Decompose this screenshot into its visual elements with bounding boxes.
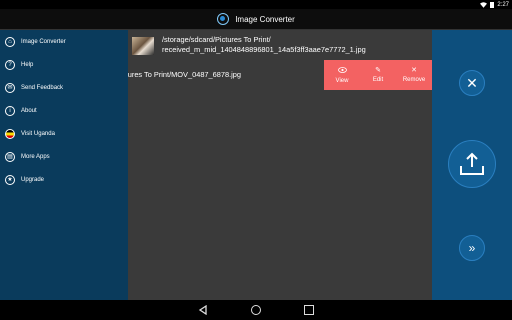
sidebar-item-label: Help: [21, 61, 34, 68]
view-label: View: [335, 77, 349, 84]
eye-icon: [337, 66, 347, 75]
file-path: ctures To Print/MOV_0487_6878.jpg: [128, 70, 242, 79]
clear-icon: ✕: [466, 74, 478, 91]
file-path-line2: received_m_mid_1404848896801_14a5f3ff3aa…: [162, 45, 366, 54]
mail-icon: ✉: [5, 82, 15, 93]
right-action-panel: ✕ »: [432, 30, 512, 300]
edit-label: Edit: [372, 77, 384, 83]
status-bar: 2:27: [0, 0, 512, 9]
file-action-bar: View ✎ Edit ✕ Remove: [324, 60, 432, 90]
view-button[interactable]: View: [324, 60, 360, 90]
close-icon: ✕: [411, 67, 417, 74]
battery-icon: [490, 1, 495, 8]
sidebar-item-visit-uganda[interactable]: Visit Uganda: [0, 122, 128, 145]
remove-button[interactable]: ✕ Remove: [396, 60, 432, 90]
edit-button[interactable]: ✎ Edit: [360, 60, 396, 90]
app-bar: Image Converter: [0, 9, 512, 30]
uganda-flag-icon: [5, 128, 15, 139]
recent-apps-icon[interactable]: [304, 305, 314, 315]
clear-button[interactable]: ✕: [459, 70, 485, 96]
file-thumbnail: [132, 37, 154, 55]
sidebar-item-about[interactable]: i About: [0, 99, 128, 122]
status-indicators: 2:27: [480, 0, 509, 9]
upload-button[interactable]: [448, 140, 496, 188]
next-button[interactable]: »: [459, 235, 485, 261]
sidebar-item-label: Visit Uganda: [21, 130, 55, 137]
system-navigation-bar: [0, 300, 512, 320]
list-item[interactable]: /storage/sdcard/Pictures To Print/ recei…: [128, 33, 432, 57]
wifi-icon: [480, 1, 488, 8]
sidebar-item-more-apps[interactable]: ▤ More Apps: [0, 145, 128, 168]
sidebar-item-label: Upgrade: [21, 176, 45, 183]
next-icon: »: [468, 241, 476, 255]
file-list: /storage/sdcard/Pictures To Print/ recei…: [128, 30, 432, 300]
store-icon: ▤: [5, 151, 15, 162]
navigation-drawer: ⌂ Image Converter ? Help ✉ Send Feedback…: [0, 30, 128, 300]
home-button-icon[interactable]: [251, 305, 261, 315]
info-icon: i: [5, 105, 15, 116]
help-icon: ?: [5, 59, 15, 70]
status-time: 2:27: [497, 1, 509, 8]
sidebar-item-label: About: [21, 107, 37, 114]
sidebar-item-send-feedback[interactable]: ✉ Send Feedback: [0, 76, 128, 99]
remove-label: Remove: [402, 77, 426, 83]
sidebar-item-label: Send Feedback: [21, 84, 64, 91]
home-icon: ⌂: [5, 36, 15, 47]
star-icon: ★: [5, 174, 15, 185]
file-path-line1: /storage/sdcard/Pictures To Print/: [162, 35, 271, 44]
sidebar-item-label: More Apps: [21, 153, 50, 160]
app-title: Image Converter: [235, 14, 295, 24]
back-icon[interactable]: [198, 305, 208, 315]
file-path: /storage/sdcard/Pictures To Print/ recei…: [162, 35, 366, 55]
edit-icon: ✎: [375, 67, 381, 74]
sidebar-item-label: Image Converter: [21, 38, 66, 45]
sidebar-item-help[interactable]: ? Help: [0, 53, 128, 76]
upload-icon: [460, 152, 484, 175]
sidebar-item-upgrade[interactable]: ★ Upgrade: [0, 168, 128, 191]
sidebar-item-image-converter[interactable]: ⌂ Image Converter: [0, 30, 128, 53]
app-logo-icon: [217, 13, 230, 25]
